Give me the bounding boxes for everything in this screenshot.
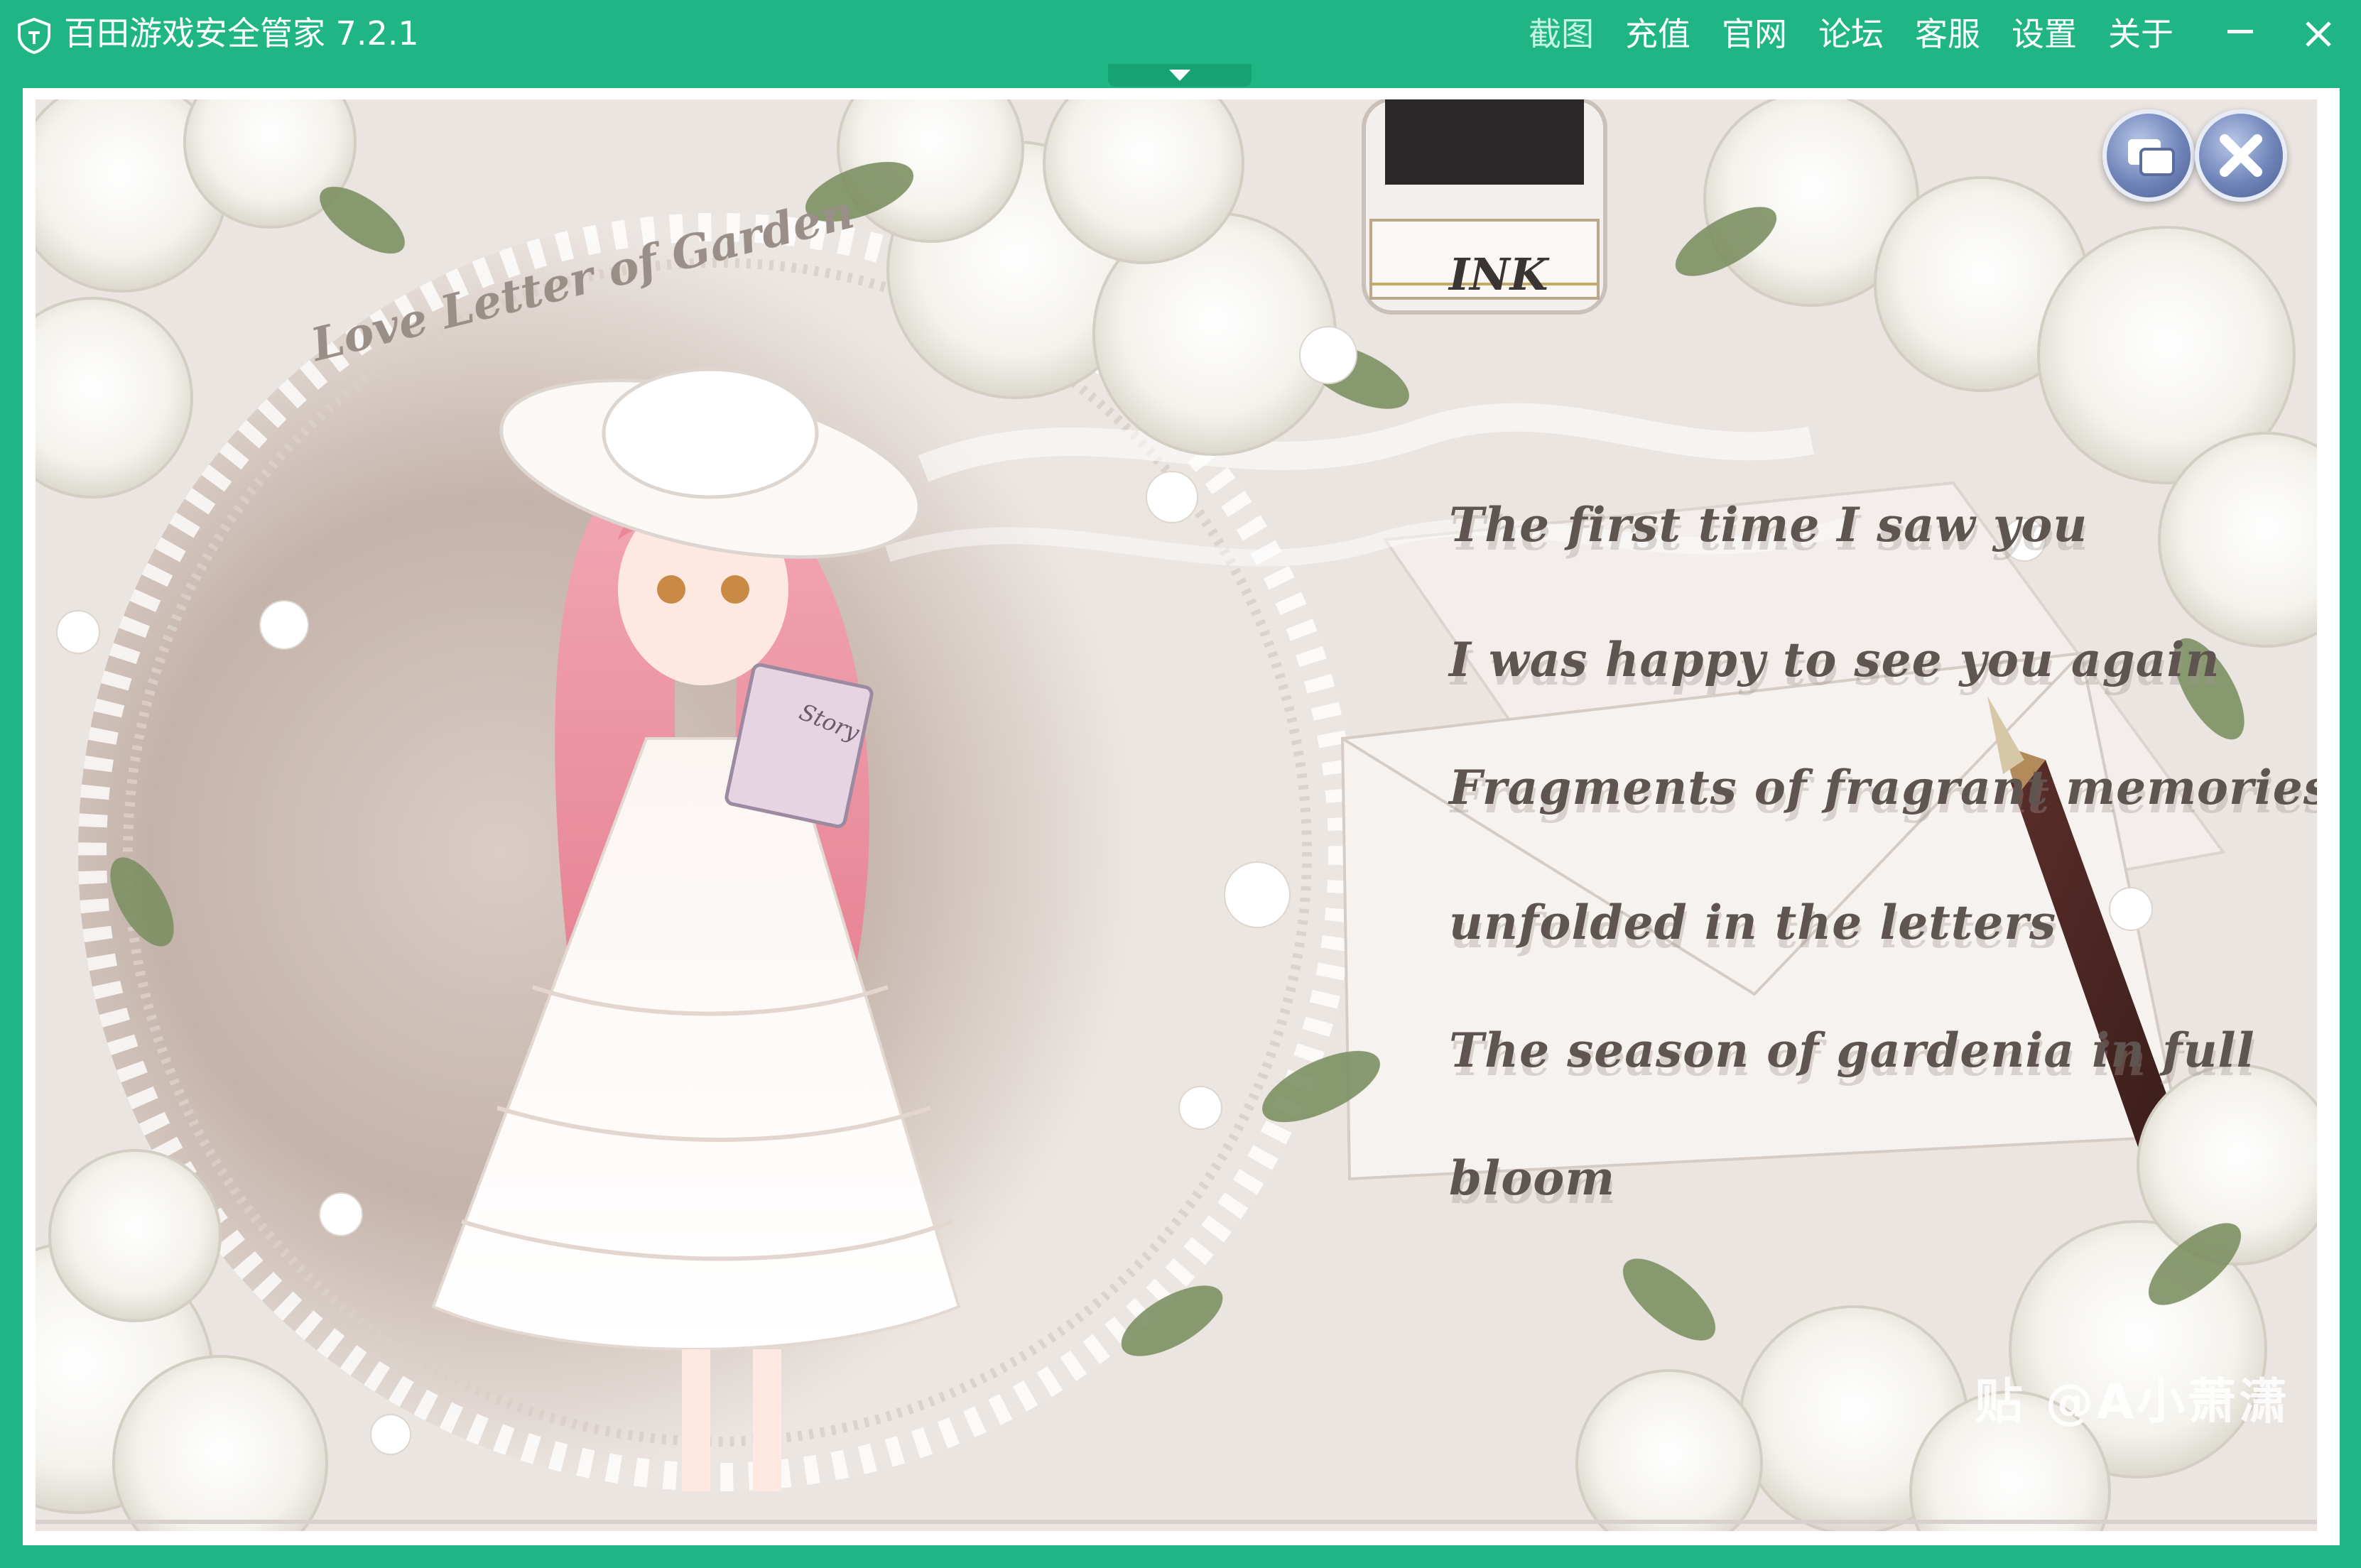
minimize-icon <box>2227 30 2253 33</box>
menu-settings[interactable]: 设置 <box>2012 11 2077 57</box>
shield-icon <box>18 17 50 54</box>
game-viewport[interactable]: Love Letter of Garden INK Story The firs… <box>36 99 2317 1531</box>
window-toggle-icon <box>2128 139 2175 176</box>
poem-line: bloom <box>1449 1150 1616 1206</box>
app-title: 百田游戏安全管家 7.2.1 <box>64 14 419 53</box>
minimize-button[interactable] <box>2205 11 2283 57</box>
menu-official-site[interactable]: 官网 <box>1722 11 1787 57</box>
menu-recharge[interactable]: 充值 <box>1625 11 1690 57</box>
menu-screenshot[interactable]: 截图 <box>1529 11 1594 57</box>
window-close-button[interactable] <box>2283 11 2361 57</box>
close-icon <box>2306 21 2331 47</box>
menu-forum[interactable]: 论坛 <box>1818 11 1884 57</box>
poem-line: The first time I saw you <box>1449 497 2088 552</box>
poem-line: The season of gardenia in full <box>1449 1023 2255 1078</box>
menu-about[interactable]: 关于 <box>2108 11 2173 57</box>
menu-customer-service[interactable]: 客服 <box>1915 11 1980 57</box>
chevron-down-icon <box>1169 70 1190 81</box>
watermark: 贴 @A小萧潇 <box>1975 1374 2291 1430</box>
game-bottom-bar <box>36 1520 2317 1524</box>
poem-line: I was happy to see you again <box>1449 632 2220 687</box>
game-close-button[interactable] <box>2195 109 2287 202</box>
poem-line: Fragments of fragrant memories <box>1449 760 2317 815</box>
collapse-toolbar-tab[interactable] <box>1108 64 1252 87</box>
window-toggle-button[interactable] <box>2102 109 2195 202</box>
title-bar: 百田游戏安全管家 7.2.1 截图 充值 官网 论坛 客服 设置 关于 <box>0 0 2361 67</box>
top-menu: 截图 充值 官网 论坛 客服 设置 关于 <box>1529 11 2361 57</box>
poem-line: unfolded in the letters <box>1449 895 2057 950</box>
ink-bottle-label: INK <box>1449 249 1548 300</box>
close-icon <box>2220 134 2262 177</box>
